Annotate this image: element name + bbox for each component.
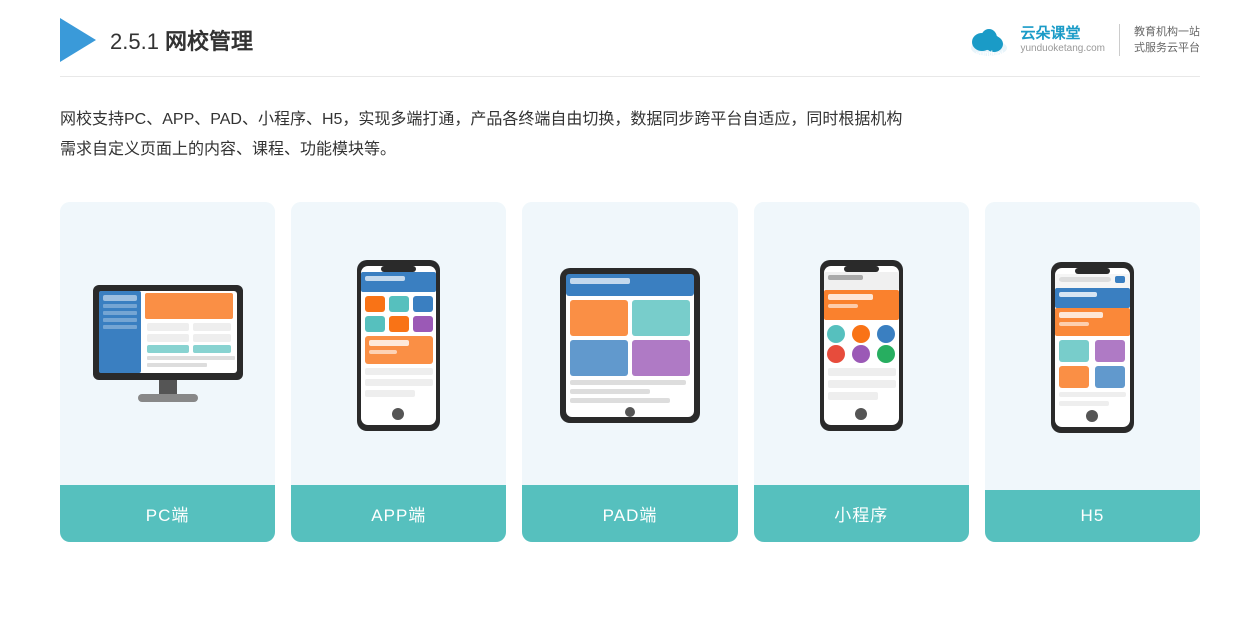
card-h5-image: [985, 202, 1200, 490]
card-pc: PC端: [60, 202, 275, 542]
card-app: APP端: [291, 202, 506, 542]
page-container: 2.5.1 网校管理 yunduoketang 云朵课堂 yunduoketan…: [0, 0, 1260, 630]
card-pc-image: [60, 202, 275, 485]
page-title: 2.5.1 网校管理: [110, 24, 253, 56]
svg-text:yunduoketang: yunduoketang: [976, 51, 1012, 58]
card-pad-image: [522, 202, 737, 485]
pc-monitor-illustration: [83, 280, 253, 410]
yunduoketang-logo-icon: yunduoketang: [966, 20, 1012, 60]
logo-url: yunduoketang.com: [1020, 43, 1105, 55]
card-h5: H5: [985, 202, 1200, 542]
card-pc-label: PC端: [60, 485, 275, 542]
card-app-image: [291, 202, 506, 485]
h5-phone-illustration: [1045, 260, 1140, 435]
card-h5-label: H5: [985, 490, 1200, 542]
app-phone-illustration: [351, 258, 446, 433]
logo-triangle-icon: [60, 18, 96, 62]
logo-text: 云朵课堂 yunduoketang.com: [1020, 25, 1105, 55]
card-pad-label: PAD端: [522, 485, 737, 542]
header: 2.5.1 网校管理 yunduoketang 云朵课堂 yunduoketan…: [60, 0, 1200, 77]
description-text: 网校支持PC、APP、PAD、小程序、H5，实现多端打通，产品各终端自由切换，数…: [60, 77, 1200, 184]
card-app-label: APP端: [291, 485, 506, 542]
header-left: 2.5.1 网校管理: [60, 18, 253, 62]
logo-slogan: 教育机构一站 式服务云平台: [1134, 24, 1200, 57]
pad-tablet-illustration: [555, 263, 705, 428]
miniapp-phone-illustration: [814, 258, 909, 433]
card-miniapp-label: 小程序: [754, 485, 969, 542]
card-pad: PAD端: [522, 202, 737, 542]
logo-divider: [1119, 24, 1120, 56]
cards-container: PC端: [60, 202, 1200, 542]
card-miniapp: 小程序: [754, 202, 969, 542]
brand-logo: yunduoketang 云朵课堂 yunduoketang.com 教育机构一…: [966, 20, 1200, 60]
logo-main-name: 云朵课堂: [1020, 25, 1080, 43]
card-miniapp-image: [754, 202, 969, 485]
